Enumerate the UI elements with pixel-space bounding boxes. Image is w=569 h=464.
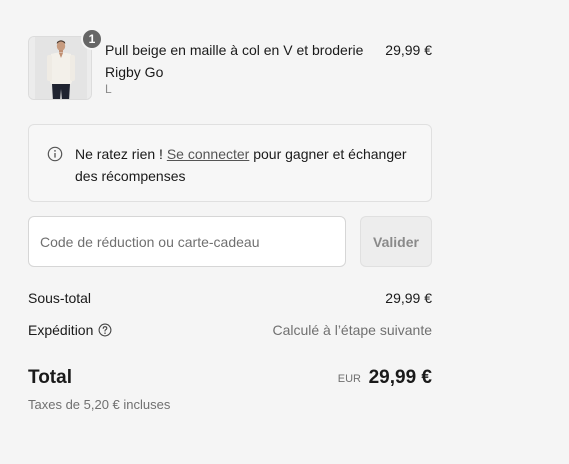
quantity-badge: 1 [81, 28, 103, 50]
notice-text-before: Ne ratez rien ! [75, 146, 167, 162]
line-item: 1 Pull beige en maille à col en V et bro… [28, 28, 432, 100]
shipping-value: Calculé à l’étape suivante [272, 322, 432, 338]
taxes-note: Taxes de 5,20 € incluses [28, 397, 171, 412]
question-circle-icon[interactable] [98, 323, 112, 337]
product-price: 29,99 € [385, 42, 432, 58]
subtotal-label: Sous-total [28, 290, 92, 306]
login-rewards-notice: Ne ratez rien ! Se connecter pour gagner… [28, 124, 432, 202]
shipping-label: Expédition [28, 322, 94, 338]
apply-discount-button[interactable]: Valider [360, 216, 432, 267]
total-currency: EUR [337, 373, 361, 385]
info-icon [47, 146, 63, 162]
product-variant: L [105, 82, 112, 96]
product-name: Pull beige en maille à col en V et brode… [105, 42, 364, 80]
total-label: Total [28, 367, 72, 388]
order-summary: 1 Pull beige en maille à col en V et bro… [0, 0, 569, 464]
subtotal-row: Sous-total 29,99 € [28, 290, 432, 310]
subtotal-value: 29,99 € [385, 290, 432, 306]
shipping-row: Expédition Calculé à l’étape suivante [28, 322, 432, 342]
total-amount: 29,99 € [368, 367, 432, 388]
product-thumbnail-wrapper: 1 [28, 28, 103, 100]
notice-text: Ne ratez rien ! Se connecter pour gagner… [75, 143, 420, 187]
discount-code-input[interactable] [28, 216, 346, 267]
model-photo-icon [29, 37, 91, 99]
login-link[interactable]: Se connecter [167, 146, 250, 162]
